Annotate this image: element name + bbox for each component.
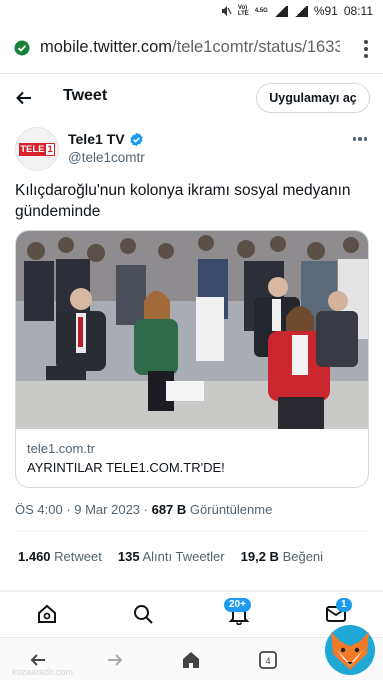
views-label: Görüntülenme bbox=[189, 502, 273, 517]
search-icon[interactable] bbox=[132, 603, 154, 625]
card-domain: tele1.com.tr bbox=[27, 441, 95, 456]
avatar[interactable]: TELE 1 bbox=[15, 127, 59, 171]
tweet-text: Kılıçdaroğlu'nun kolonya ikramı sosyal m… bbox=[15, 182, 351, 220]
card-image bbox=[16, 231, 368, 429]
views-count: 687 B bbox=[151, 502, 187, 517]
signal-icon-2 bbox=[293, 5, 308, 17]
author-handle[interactable]: @tele1comtr bbox=[68, 150, 145, 165]
page-title: Tweet bbox=[63, 87, 108, 104]
tweet-meta: ÖS 4:00 · 9 Mar 2023 · 687 B Görüntülenm… bbox=[15, 502, 272, 517]
meta-separator: · bbox=[62, 502, 75, 517]
url-path: /tele1comtr/status/16338 bbox=[172, 38, 340, 56]
url-host: mobile.twitter.com bbox=[40, 38, 173, 56]
fox-logo-icon bbox=[325, 625, 375, 675]
url-field[interactable]: mobile.twitter.com/tele1comtr/status/163… bbox=[40, 38, 340, 57]
twitter-header: Tweet Uygulamayı aç bbox=[0, 74, 383, 122]
network-type: 4.5G bbox=[254, 8, 268, 14]
back-arrow-icon[interactable] bbox=[14, 88, 34, 108]
tune-icon[interactable] bbox=[14, 40, 30, 56]
open-app-button[interactable]: Uygulamayı aç bbox=[256, 83, 370, 113]
kebab-menu-icon[interactable] bbox=[363, 40, 369, 58]
tweet-stats: 1.460 Retweet 135 Alıntı Tweetler 19,2 B… bbox=[18, 549, 323, 564]
forward-icon[interactable] bbox=[105, 650, 125, 670]
network-indicator: Vo) LTE bbox=[237, 5, 249, 17]
tweet-time[interactable]: ÖS 4:00 bbox=[15, 502, 63, 517]
tabs-icon[interactable]: 4 bbox=[258, 650, 278, 670]
status-bar: Vo) LTE 4.5G %91 08:11 bbox=[0, 0, 383, 24]
tweet-date[interactable]: 9 Mar 2023 bbox=[74, 502, 140, 517]
home-browser-icon[interactable] bbox=[181, 650, 201, 670]
watermark-text: kozaaradir.com bbox=[12, 667, 74, 677]
battery-level: %91 bbox=[313, 4, 338, 18]
quotes-stat[interactable]: 135 Alıntı Tweetler bbox=[118, 549, 225, 564]
link-card[interactable]: tele1.com.tr AYRINTILAR TELE1.COM.TR'DE! bbox=[15, 230, 369, 488]
notifications-badge: 20+ bbox=[224, 598, 251, 612]
clock: 08:11 bbox=[343, 4, 373, 18]
author-name[interactable]: Tele1 TV bbox=[68, 131, 144, 147]
verified-badge-icon bbox=[129, 132, 143, 146]
tele1-logo: TELE 1 bbox=[19, 142, 55, 156]
meta-separator-2: · bbox=[140, 502, 152, 517]
signal-icon bbox=[273, 5, 288, 17]
mute-icon bbox=[221, 6, 232, 16]
more-options-icon[interactable] bbox=[352, 137, 367, 141]
home-icon[interactable] bbox=[36, 603, 58, 625]
author-name-text: Tele1 TV bbox=[68, 131, 125, 147]
retweets-stat[interactable]: 1.460 Retweet bbox=[18, 549, 102, 564]
browser-address-bar: mobile.twitter.com/tele1comtr/status/163… bbox=[0, 24, 383, 74]
divider bbox=[15, 531, 369, 532]
card-title: AYRINTILAR TELE1.COM.TR'DE! bbox=[27, 460, 225, 475]
messages-badge: 1 bbox=[336, 598, 352, 612]
svg-text:4: 4 bbox=[265, 656, 270, 666]
likes-stat[interactable]: 19,2 B Beğeni bbox=[241, 549, 323, 564]
